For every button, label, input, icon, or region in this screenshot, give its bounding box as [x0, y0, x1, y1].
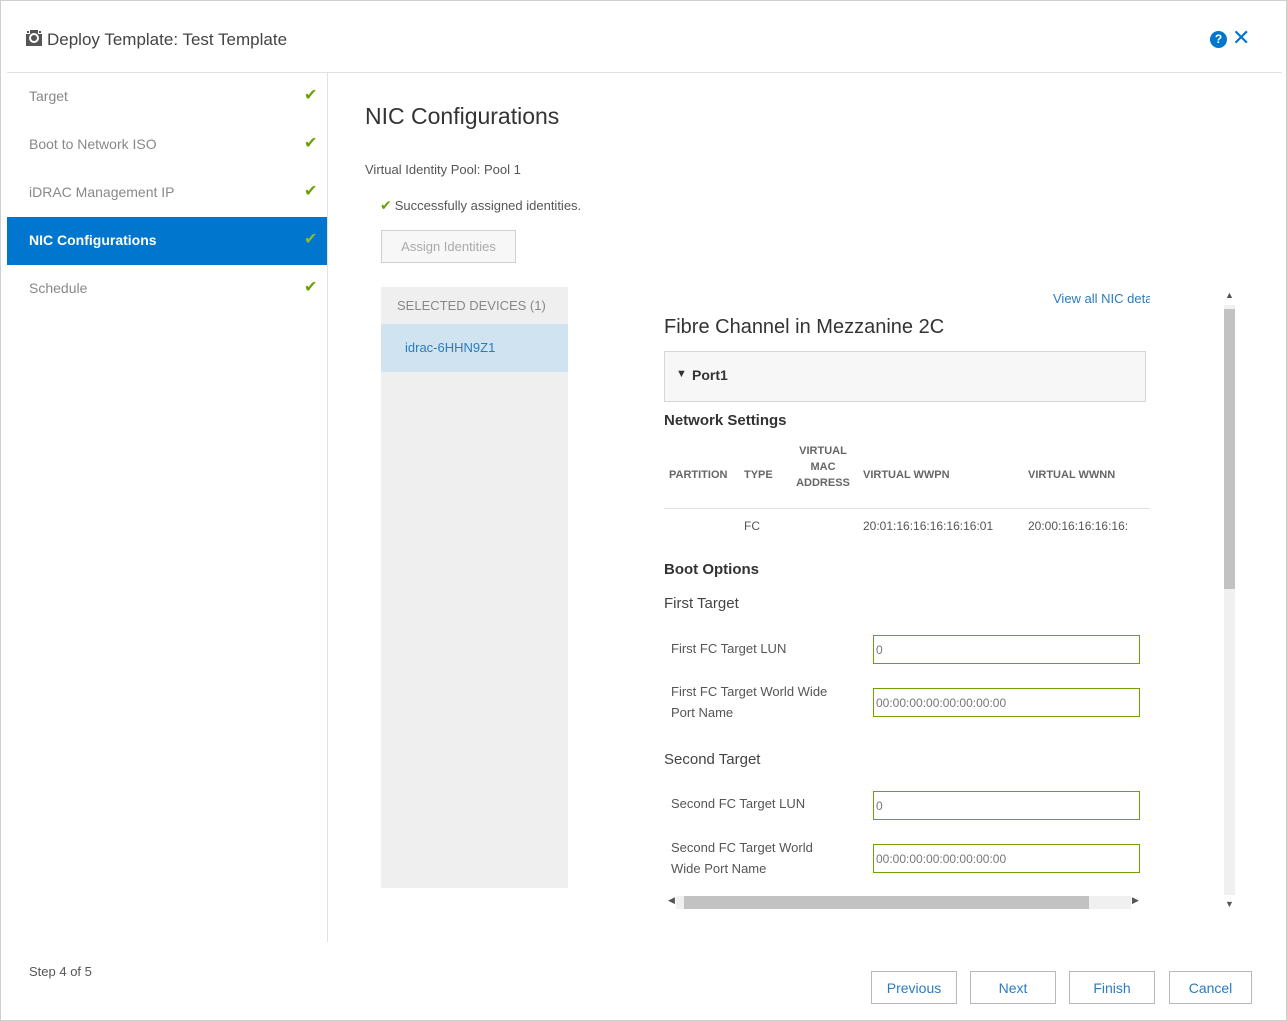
sidebar-item-target[interactable]: Target ✔: [7, 73, 327, 121]
scrollbar-thumb[interactable]: [684, 896, 1089, 909]
horizontal-scrollbar[interactable]: ◀ ▶: [664, 894, 1144, 911]
boot-options-heading: Boot Options: [664, 561, 759, 578]
next-button[interactable]: Next: [970, 971, 1056, 1004]
vertical-scrollbar[interactable]: ▲ ▼: [1221, 287, 1238, 915]
scroll-right-icon[interactable]: ▶: [1132, 895, 1139, 906]
dialog-header: Deploy Template: Test Template ? ✕: [7, 9, 1282, 73]
checkmark-icon: ✔: [304, 183, 318, 200]
chevron-down-icon: ▼: [676, 368, 687, 380]
previous-button[interactable]: Previous: [871, 971, 957, 1004]
network-settings-heading: Network Settings: [664, 412, 787, 429]
checkmark-icon: ✔: [304, 87, 318, 104]
second-fc-target-wwpn-label: Second FC Target World Wide Port Name: [671, 837, 851, 879]
sidebar-item-nic-configurations[interactable]: NIC Configurations ✔: [7, 217, 327, 265]
second-fc-target-lun-label: Second FC Target LUN: [671, 796, 806, 811]
column-virtual-mac-address: VIRTUAL MAC ADDRESS: [795, 443, 851, 491]
success-text: Successfully assigned identities.: [394, 198, 582, 213]
checkmark-icon: ✔: [304, 279, 318, 296]
close-icon[interactable]: ✕: [1232, 27, 1250, 49]
sidebar-item-boot-to-network-iso[interactable]: Boot to Network ISO ✔: [7, 121, 327, 169]
network-settings-table-header: PARTITION TYPE VIRTUAL MAC ADDRESS VIRTU…: [664, 439, 1150, 509]
scroll-left-icon[interactable]: ◀: [668, 895, 675, 906]
dialog-footer: Step 4 of 5 Previous Next Finish Cancel: [7, 942, 1282, 1021]
sidebar-item-label: Target: [29, 88, 68, 104]
selected-devices-header: SELECTED DEVICES (1): [397, 298, 546, 313]
selected-devices-panel: SELECTED DEVICES (1) idrac-6HHN9Z1: [381, 287, 568, 888]
first-target-heading: First Target: [664, 595, 739, 612]
column-partition: PARTITION: [669, 469, 728, 481]
finish-button[interactable]: Finish: [1069, 971, 1155, 1004]
second-fc-target-wwpn-input[interactable]: [873, 844, 1140, 873]
label-line: Wide Port Name: [671, 861, 767, 876]
nic-detail-panel: View all NIC details Fibre Channel in Me…: [664, 289, 1150, 912]
main-content: NIC Configurations Virtual Identity Pool…: [328, 73, 1282, 942]
template-deploy-icon: [26, 30, 42, 46]
sidebar-item-schedule[interactable]: Schedule ✔: [7, 265, 327, 313]
first-fc-target-wwpn-input[interactable]: [873, 688, 1140, 717]
cell-type: FC: [744, 519, 760, 533]
view-all-nic-details-link[interactable]: View all NIC details: [1053, 291, 1150, 306]
sidebar-item-label: NIC Configurations: [29, 232, 157, 248]
column-mac-line3: ADDRESS: [796, 477, 850, 489]
second-fc-target-lun-input[interactable]: [873, 791, 1140, 820]
label-line: Second FC Target World: [671, 840, 813, 855]
device-list-item[interactable]: idrac-6HHN9Z1: [381, 324, 568, 372]
label-line: Port Name: [671, 705, 734, 720]
device-name: idrac-6HHN9Z1: [405, 340, 496, 355]
step-indicator: Step 4 of 5: [29, 964, 92, 979]
help-icon[interactable]: ?: [1210, 31, 1227, 48]
scrollbar-thumb[interactable]: [1224, 309, 1235, 589]
column-virtual-wwnn: VIRTUAL WWNN: [1028, 469, 1116, 481]
cell-virtual-wwnn: 20:00:16:16:16:16:: [1028, 519, 1129, 533]
cancel-button[interactable]: Cancel: [1169, 971, 1252, 1004]
port-accordion[interactable]: ▼ Port1: [664, 351, 1146, 402]
sidebar-item-label: Boot to Network ISO: [29, 136, 157, 152]
page-title: NIC Configurations: [365, 103, 560, 129]
dialog-title: Deploy Template: Test Template: [47, 30, 288, 49]
first-fc-target-lun-input[interactable]: [873, 635, 1140, 664]
column-type: TYPE: [744, 469, 773, 481]
deploy-template-dialog: Deploy Template: Test Template ? ✕ Targe…: [0, 0, 1287, 1021]
assign-identities-button[interactable]: Assign Identities: [381, 230, 516, 263]
sidebar-item-idrac-management-ip[interactable]: iDRAC Management IP ✔: [7, 169, 327, 217]
scroll-up-icon[interactable]: ▲: [1225, 290, 1234, 300]
port-label: Port1: [692, 367, 728, 383]
scroll-down-icon[interactable]: ▼: [1225, 899, 1234, 909]
checkmark-icon: ✔: [380, 197, 392, 213]
cell-virtual-wwpn: 20:01:16:16:16:16:16:01: [863, 519, 994, 533]
sidebar-item-label: Schedule: [29, 280, 88, 296]
first-fc-target-wwpn-label: First FC Target World Wide Port Name: [671, 681, 851, 723]
wizard-steps-sidebar: Target ✔ Boot to Network ISO ✔ iDRAC Man…: [7, 73, 328, 942]
first-fc-target-lun-label: First FC Target LUN: [671, 641, 787, 656]
second-target-heading: Second Target: [664, 751, 761, 768]
column-mac-line2: MAC: [810, 461, 836, 473]
success-message: ✔ Successfully assigned identities.: [380, 197, 581, 214]
adapter-title: Fibre Channel in Mezzanine 2C: [664, 316, 945, 338]
identity-pool-label: Virtual Identity Pool: Pool 1: [365, 162, 521, 177]
label-line: First FC Target World Wide: [671, 684, 828, 699]
checkmark-icon: ✔: [304, 135, 318, 152]
checkmark-icon: ✔: [304, 231, 318, 248]
sidebar-item-label: iDRAC Management IP: [29, 184, 175, 200]
column-mac-line1: VIRTUAL: [799, 445, 847, 457]
column-virtual-wwpn: VIRTUAL WWPN: [863, 469, 950, 481]
